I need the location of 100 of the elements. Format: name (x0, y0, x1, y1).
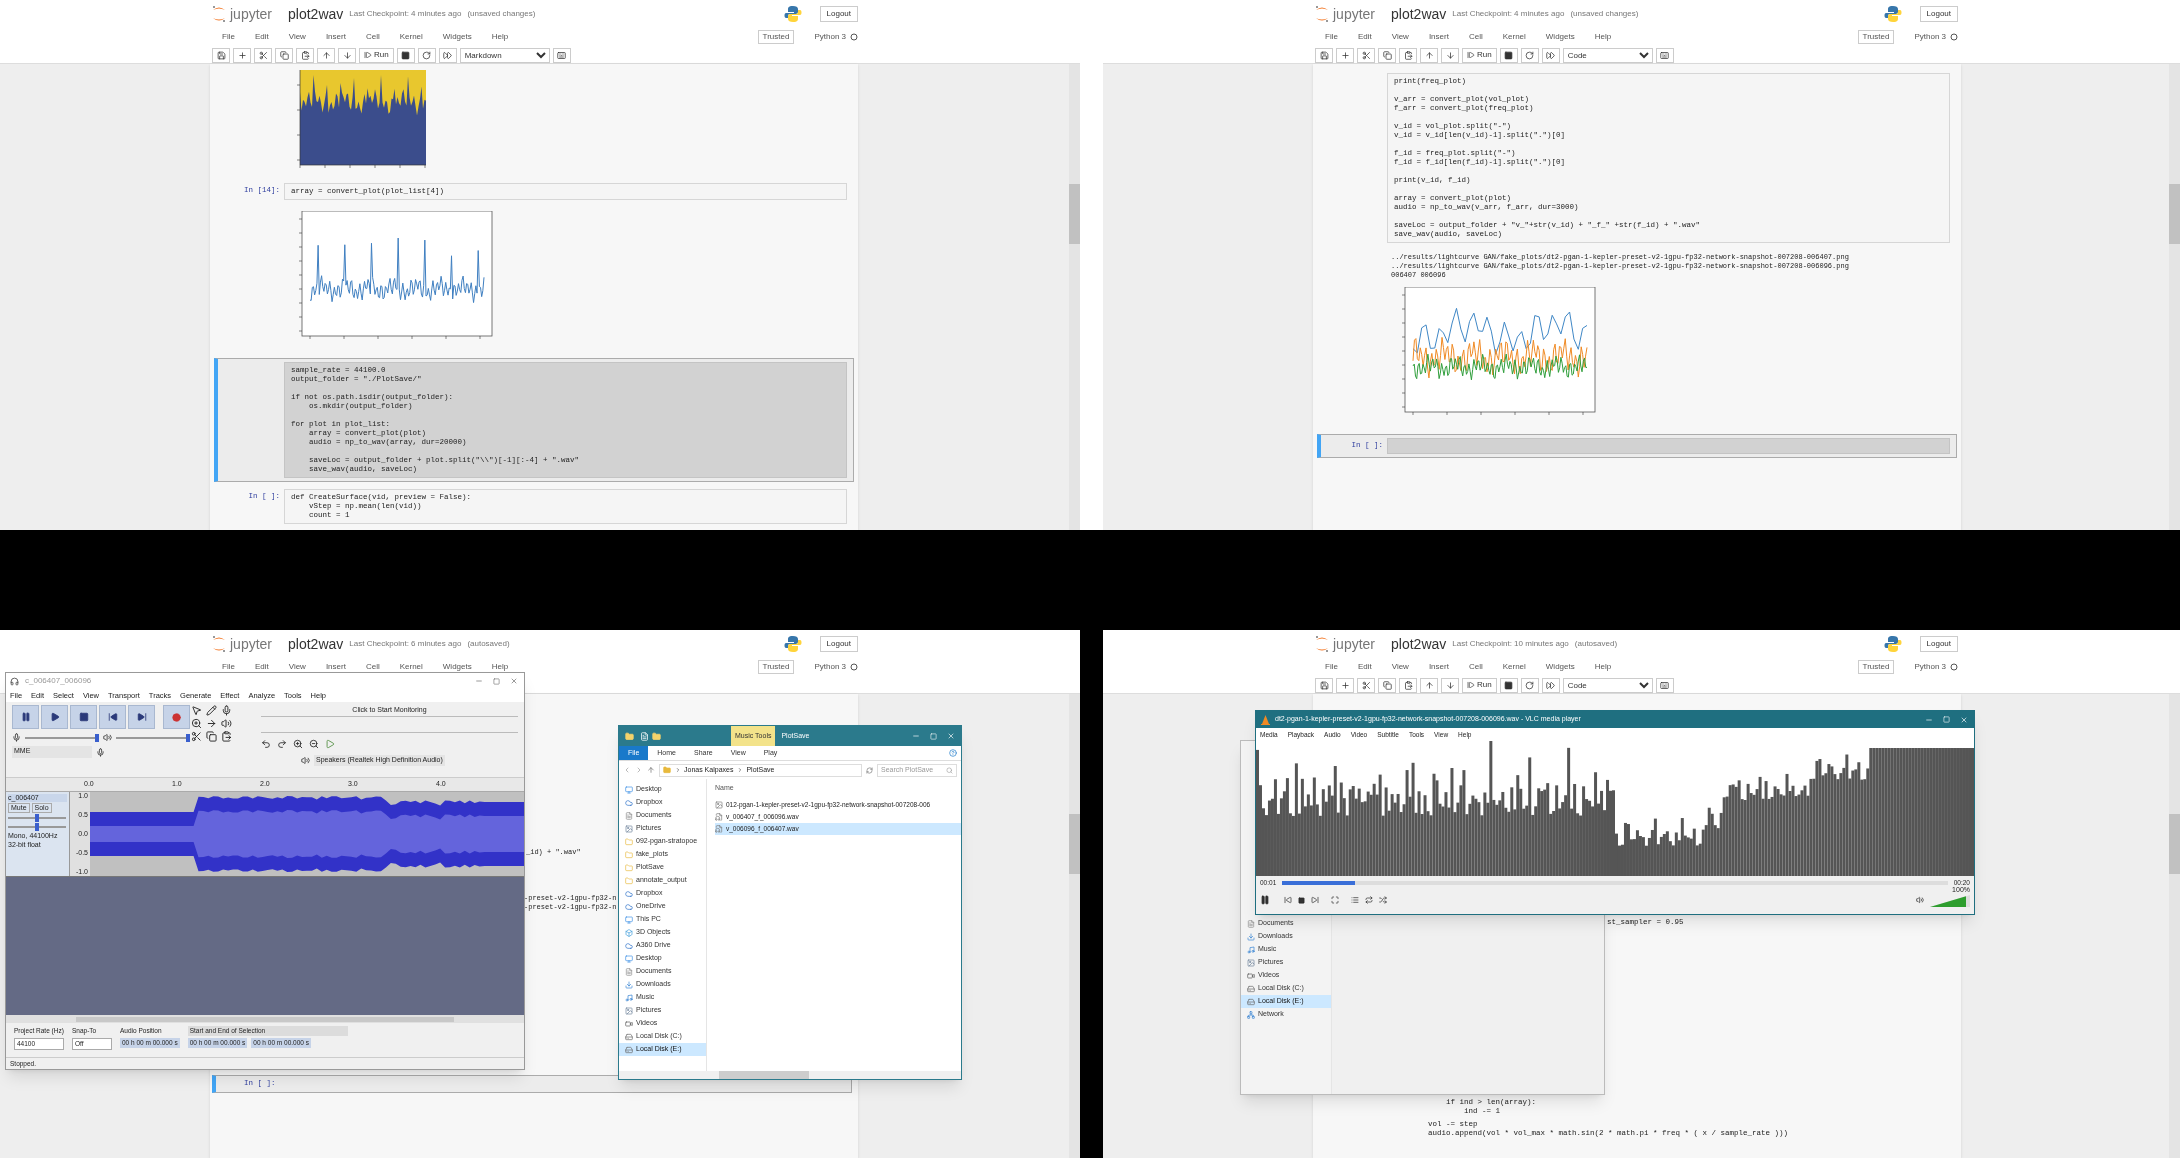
keyboard-button[interactable] (1655, 47, 1674, 63)
trusted-indicator[interactable]: Trusted (757, 30, 795, 44)
notebook-title[interactable]: plot2wav (288, 633, 344, 655)
play-button[interactable] (41, 705, 68, 729)
cut-button[interactable] (254, 47, 272, 63)
pan-slider[interactable] (8, 823, 66, 831)
horizontal-scrollbar[interactable] (619, 1071, 961, 1079)
menu-item[interactable]: Insert (325, 31, 346, 43)
run-button[interactable]: Run (1462, 677, 1497, 693)
cell-type-select[interactable]: Code (1562, 677, 1653, 693)
plus-button[interactable] (1336, 47, 1354, 63)
record-meter-icon[interactable] (221, 705, 232, 716)
menu-item[interactable]: File (1325, 31, 1338, 43)
arrow-up-button[interactable] (1420, 677, 1438, 693)
paste-icon[interactable] (221, 731, 232, 742)
menu-item[interactable]: File (222, 31, 235, 43)
menu-item[interactable]: Help (491, 661, 509, 673)
cut-button[interactable] (1357, 47, 1375, 63)
pause-button[interactable] (1260, 895, 1270, 905)
refresh-icon[interactable] (866, 766, 873, 774)
play-meter-icon[interactable] (221, 718, 232, 729)
time-shift-tool-icon[interactable] (206, 718, 217, 729)
vertical-scrollbar[interactable] (1069, 694, 1080, 1158)
zoom-tool-icon[interactable] (191, 718, 202, 729)
menu-item[interactable]: Insert (1428, 31, 1449, 43)
trusted-indicator[interactable]: Trusted (757, 660, 795, 674)
menu-item[interactable]: View (288, 31, 306, 43)
play-at-speed-icon[interactable] (325, 739, 335, 749)
logout-button[interactable]: Logout (819, 6, 858, 22)
menu-item[interactable]: File (1325, 661, 1338, 673)
selection-tool-icon[interactable] (191, 705, 202, 716)
skip-to-start-button[interactable] (99, 705, 126, 729)
paste-button[interactable] (1399, 47, 1417, 63)
previous-icon[interactable] (1284, 896, 1292, 904)
stop-button[interactable] (1499, 47, 1518, 63)
zoom-out-icon[interactable] (309, 739, 319, 749)
keyboard-button[interactable] (552, 47, 571, 63)
stop-button[interactable] (396, 47, 415, 63)
skip-to-end-button[interactable] (128, 705, 155, 729)
zoom-in-icon[interactable] (293, 739, 303, 749)
pause-button[interactable] (12, 705, 39, 729)
restart-button[interactable] (1520, 47, 1539, 63)
shuffle-icon[interactable] (1379, 896, 1387, 904)
redo-icon[interactable] (277, 739, 287, 749)
vertical-scrollbar[interactable] (2169, 694, 2180, 1158)
menu-item[interactable]: Edit (1357, 31, 1372, 43)
vertical-scrollbar[interactable] (2169, 64, 2180, 530)
menu-item[interactable]: Help (1594, 31, 1612, 43)
copy-icon[interactable] (206, 731, 217, 742)
stop-button[interactable] (1499, 677, 1518, 693)
undo-icon[interactable] (261, 739, 271, 749)
menu-item[interactable]: Kernel (399, 31, 423, 43)
save-button[interactable] (1315, 677, 1333, 693)
fullscreen-icon[interactable] (1331, 896, 1339, 904)
next-icon[interactable] (1311, 896, 1319, 904)
run-button[interactable]: Run (359, 47, 394, 63)
save-button[interactable] (1315, 47, 1333, 63)
copy-button[interactable] (275, 47, 293, 63)
save-button[interactable] (212, 47, 230, 63)
cell-type-select[interactable]: Markdown (459, 47, 550, 63)
loop-icon[interactable] (1365, 896, 1373, 904)
gain-slider[interactable] (8, 814, 66, 822)
arrow-down-button[interactable] (338, 47, 356, 63)
menu-item[interactable]: Cell (1468, 661, 1483, 673)
notebook-title[interactable]: plot2wav (1391, 633, 1447, 655)
trusted-indicator[interactable]: Trusted (1857, 660, 1895, 674)
fast-forward-button[interactable] (438, 47, 457, 63)
volume-icon[interactable] (1916, 896, 1924, 904)
arrow-down-button[interactable] (1441, 677, 1459, 693)
copy-button[interactable] (1378, 47, 1396, 63)
menu-item[interactable]: Cell (1468, 31, 1483, 43)
stop-button[interactable] (70, 705, 97, 729)
paste-button[interactable] (1399, 677, 1417, 693)
arrow-up-button[interactable] (317, 47, 335, 63)
restart-button[interactable] (417, 47, 436, 63)
draw-tool-icon[interactable] (206, 705, 217, 716)
arrow-down-button[interactable] (1441, 47, 1459, 63)
paste-button[interactable] (296, 47, 314, 63)
horizontal-scrollbar[interactable] (6, 1015, 524, 1023)
notebook-title[interactable]: plot2wav (288, 3, 344, 25)
menu-item[interactable]: Cell (365, 31, 380, 43)
close-icon[interactable] (1960, 715, 1968, 724)
fast-forward-button[interactable] (1541, 47, 1560, 63)
notebook-cell[interactable] (214, 358, 854, 482)
up-icon[interactable] (647, 766, 655, 774)
notebook-title[interactable]: plot2wav (1391, 3, 1447, 25)
menu-item[interactable]: Widgets (1545, 661, 1575, 673)
properties-icon[interactable] (640, 731, 649, 741)
menu-item[interactable]: View (288, 661, 306, 673)
menu-item[interactable]: Widgets (1545, 31, 1575, 43)
fast-forward-button[interactable] (1541, 677, 1560, 693)
menu-item[interactable]: Kernel (1502, 661, 1526, 673)
volume-slider[interactable] (1930, 893, 1970, 907)
cell-type-select[interactable]: Code (1562, 47, 1653, 63)
trusted-indicator[interactable]: Trusted (1857, 30, 1895, 44)
plus-button[interactable] (1336, 677, 1354, 693)
plus-button[interactable] (233, 47, 251, 63)
playlist-icon[interactable] (1351, 896, 1359, 904)
playback-volume-slider[interactable] (116, 733, 190, 742)
menu-item[interactable]: View (1391, 31, 1409, 43)
